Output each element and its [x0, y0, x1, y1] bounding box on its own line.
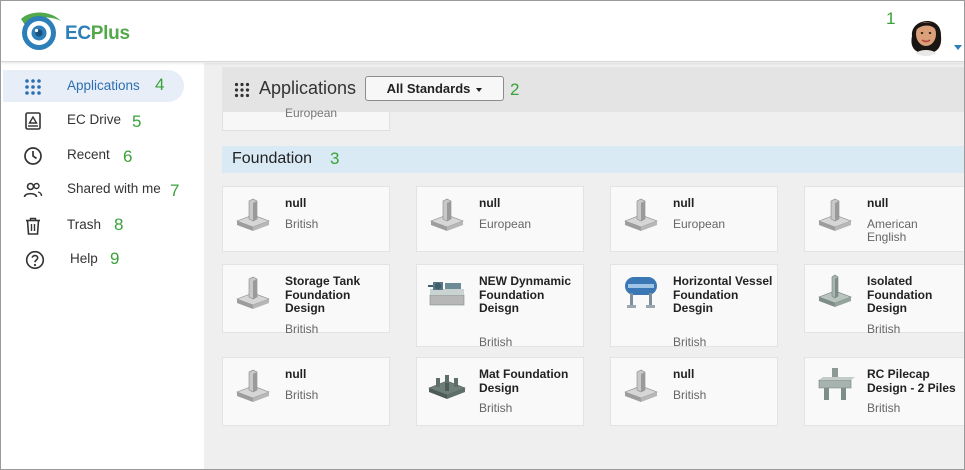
card-title: null — [285, 367, 307, 381]
annotation-marker: 8 — [114, 215, 124, 234]
sidebar-item-label: Recent — [67, 147, 110, 162]
card-title: Mat Foundation Design — [479, 367, 569, 395]
app-card[interactable]: null European — [610, 186, 778, 252]
annotation-marker: 5 — [132, 112, 142, 131]
main-content[interactable]: Applications All Standards 2 European Fo… — [204, 63, 964, 469]
card-standard: European — [285, 106, 338, 120]
user-portrait-icon — [904, 10, 948, 56]
sidebar: Applications 4 EC Drive 5 Recent 6 Share… — [1, 63, 204, 469]
avatar-dropdown-caret-icon[interactable] — [954, 45, 962, 50]
column-footing-icon — [236, 198, 270, 231]
app-card[interactable]: NEW Dynmamic Foundation Deisgn British — [416, 264, 584, 349]
all-standards-label: All Standards — [386, 81, 471, 96]
app-card[interactable]: Horizontal Vessel Foundation Desgin Brit… — [610, 264, 778, 349]
sidebar-item-label: Applications — [67, 78, 140, 93]
mat-foundation-icon — [428, 375, 466, 399]
sidebar-item-help[interactable]: Help — [3, 243, 184, 275]
machine-foundation-icon — [428, 282, 465, 306]
app-card[interactable]: Storage Tank Foundation Design British — [222, 264, 390, 336]
card-title: null — [479, 196, 501, 210]
pilecap-icon — [818, 368, 855, 400]
annotation-marker: 6 — [123, 147, 133, 166]
card-title: RC Pilecap Design - 2 Piles — [867, 367, 956, 395]
column-footing-icon — [624, 198, 658, 231]
app-card[interactable]: Isolated Foundation Design British — [804, 264, 964, 336]
annotation-marker: 1 — [886, 9, 896, 28]
section-title: Foundation — [232, 150, 313, 167]
caret-down-icon — [476, 87, 483, 92]
column-footing-icon — [818, 198, 852, 231]
card-standard: European — [479, 217, 532, 231]
column-footing-icon — [236, 369, 270, 402]
card-standard: British — [479, 401, 513, 415]
app-card[interactable]: null European — [416, 186, 584, 252]
annotation-marker: 2 — [510, 80, 520, 99]
people-icon — [23, 182, 43, 198]
card-title: Storage Tank Foundation Design — [285, 274, 361, 315]
card-standard: American English — [867, 217, 918, 244]
card-title: null — [673, 367, 695, 381]
trash-icon — [26, 217, 40, 235]
card-standard: British — [867, 401, 901, 415]
annotation-marker: 4 — [155, 75, 165, 94]
app-window: ECPlus 1 Applications 4 EC Drive 5 Recen… — [0, 0, 965, 470]
sidebar-item-ec-drive[interactable]: EC Drive — [3, 104, 184, 136]
ecplus-logo[interactable]: ECPlus — [15, 11, 135, 55]
card-standard: British — [285, 322, 319, 336]
card-standard: British — [673, 335, 707, 349]
app-card[interactable]: null British — [610, 357, 778, 426]
card-title: null — [285, 196, 307, 210]
card-standard: European — [673, 217, 726, 231]
card-title: Isolated Foundation Design — [867, 274, 933, 315]
sidebar-item-label: Help — [70, 251, 98, 266]
apps-grid-icon — [234, 82, 250, 98]
sidebar-item-label: Trash — [67, 217, 102, 232]
annotation-marker: 9 — [110, 249, 120, 268]
help-icon — [25, 250, 45, 270]
sidebar-item-trash[interactable]: Trash — [3, 209, 184, 241]
card-title: null — [867, 196, 889, 210]
top-header: ECPlus 1 — [1, 1, 964, 62]
apps-grid-icon — [25, 79, 41, 95]
clock-icon — [24, 147, 42, 165]
all-standards-dropdown[interactable]: All Standards — [365, 76, 504, 101]
card-title: Horizontal Vessel Foundation Desgin — [673, 274, 773, 315]
sidebar-item-recent[interactable]: Recent — [3, 139, 184, 171]
card-standard: British — [285, 388, 319, 402]
card-standard: British — [673, 388, 707, 402]
column-footing-icon — [430, 198, 464, 231]
app-card[interactable]: Mat Foundation Design British — [416, 357, 584, 426]
app-card[interactable]: null American English — [804, 186, 964, 252]
card-standard: British — [479, 335, 513, 349]
user-avatar[interactable] — [904, 10, 948, 56]
column-footing-icon — [236, 276, 270, 309]
card-standard: British — [867, 322, 901, 336]
logo-ec-text: EC — [65, 23, 91, 44]
section-header-foundation: Foundation 3 — [222, 146, 964, 173]
card-standard: British — [285, 217, 319, 231]
app-card[interactable]: null British — [222, 357, 390, 426]
sidebar-item-label: EC Drive — [67, 112, 122, 127]
page-title: Applications — [259, 78, 357, 98]
drive-icon — [25, 112, 41, 130]
annotation-marker: 7 — [170, 181, 180, 200]
logo-wordmark: ECPlus — [65, 23, 130, 45]
eye-logo-icon — [21, 12, 61, 50]
annotation-marker: 3 — [330, 149, 340, 168]
isolated-footing-icon — [818, 274, 852, 307]
sidebar-item-label: Shared with me — [67, 181, 161, 196]
card-title: NEW Dynmamic Foundation Deisgn — [479, 274, 572, 315]
logo-plus-text: Plus — [90, 23, 130, 44]
app-card[interactable]: null British — [222, 186, 390, 252]
column-footing-icon — [624, 369, 658, 402]
horizontal-vessel-icon — [625, 277, 657, 308]
app-card[interactable]: RC Pilecap Design - 2 Piles British — [804, 357, 964, 426]
sidebar-item-shared-with-me[interactable]: Shared with me — [3, 173, 184, 205]
previous-section-card[interactable]: European — [222, 106, 390, 131]
card-title: null — [673, 196, 695, 210]
